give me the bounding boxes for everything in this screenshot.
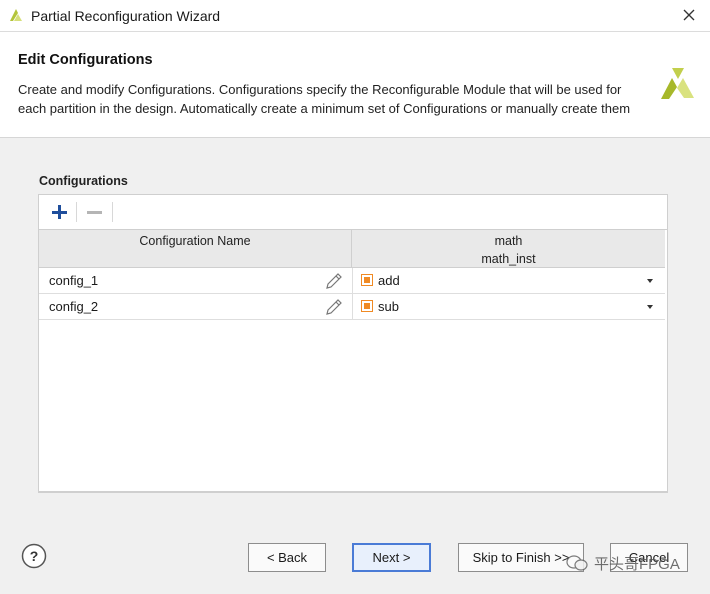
page-title: Edit Configurations: [18, 52, 153, 68]
window-title: Partial Reconfiguration Wizard: [31, 8, 221, 24]
module-select-value[interactable]: add: [378, 273, 400, 288]
column-header-sublabel: math_inst: [481, 252, 536, 266]
wizard-header: Edit Configurations Create and modify Co…: [0, 32, 710, 138]
next-button[interactable]: Next >: [352, 543, 431, 572]
cell-divider: [352, 294, 353, 320]
page-description: Create and modify Configurations. Config…: [18, 82, 631, 116]
pencil-icon[interactable]: [324, 297, 344, 317]
dropdown-arrow-icon[interactable]: [645, 302, 655, 312]
table-row[interactable]: config_1 add: [39, 268, 665, 294]
wechat-icon: [566, 555, 588, 571]
close-icon[interactable]: [678, 4, 700, 26]
watermark-text: 平头哥FPGA: [594, 555, 680, 573]
column-header-label: math: [494, 234, 523, 248]
vendor-logo-icon: [661, 68, 694, 99]
module-icon: [361, 274, 373, 286]
help-glyph: ?: [30, 548, 39, 564]
module-icon: [361, 300, 373, 312]
toolbar-separator: [112, 202, 113, 222]
app-logo-icon: [10, 9, 22, 21]
module-select-value[interactable]: sub: [378, 299, 399, 314]
remove-icon[interactable]: [83, 201, 105, 223]
table-row[interactable]: config_2 sub: [39, 294, 665, 320]
watermark: 平头哥FPGA: [566, 553, 680, 573]
table-toolbar: [39, 195, 667, 229]
title-bar: Partial Reconfiguration Wizard: [0, 0, 710, 32]
dropdown-arrow-icon[interactable]: [645, 276, 655, 286]
configurations-table: Configuration Name math math_inst config…: [39, 229, 667, 492]
configuration-name: config_1: [49, 273, 99, 288]
column-header-label: Configuration Name: [139, 234, 251, 248]
toolbar-separator: [76, 202, 77, 222]
back-button[interactable]: < Back: [248, 543, 326, 572]
column-header-math[interactable]: math math_inst: [352, 230, 665, 268]
pencil-icon[interactable]: [324, 271, 344, 291]
configurations-panel: Configuration Name math math_inst config…: [38, 194, 668, 493]
add-icon[interactable]: [48, 201, 70, 223]
help-icon[interactable]: ?: [21, 543, 47, 569]
cell-divider: [352, 268, 353, 294]
configuration-name: config_2: [49, 299, 99, 314]
configurations-label: Configurations: [39, 174, 128, 188]
column-header-configuration-name[interactable]: Configuration Name: [39, 230, 352, 268]
